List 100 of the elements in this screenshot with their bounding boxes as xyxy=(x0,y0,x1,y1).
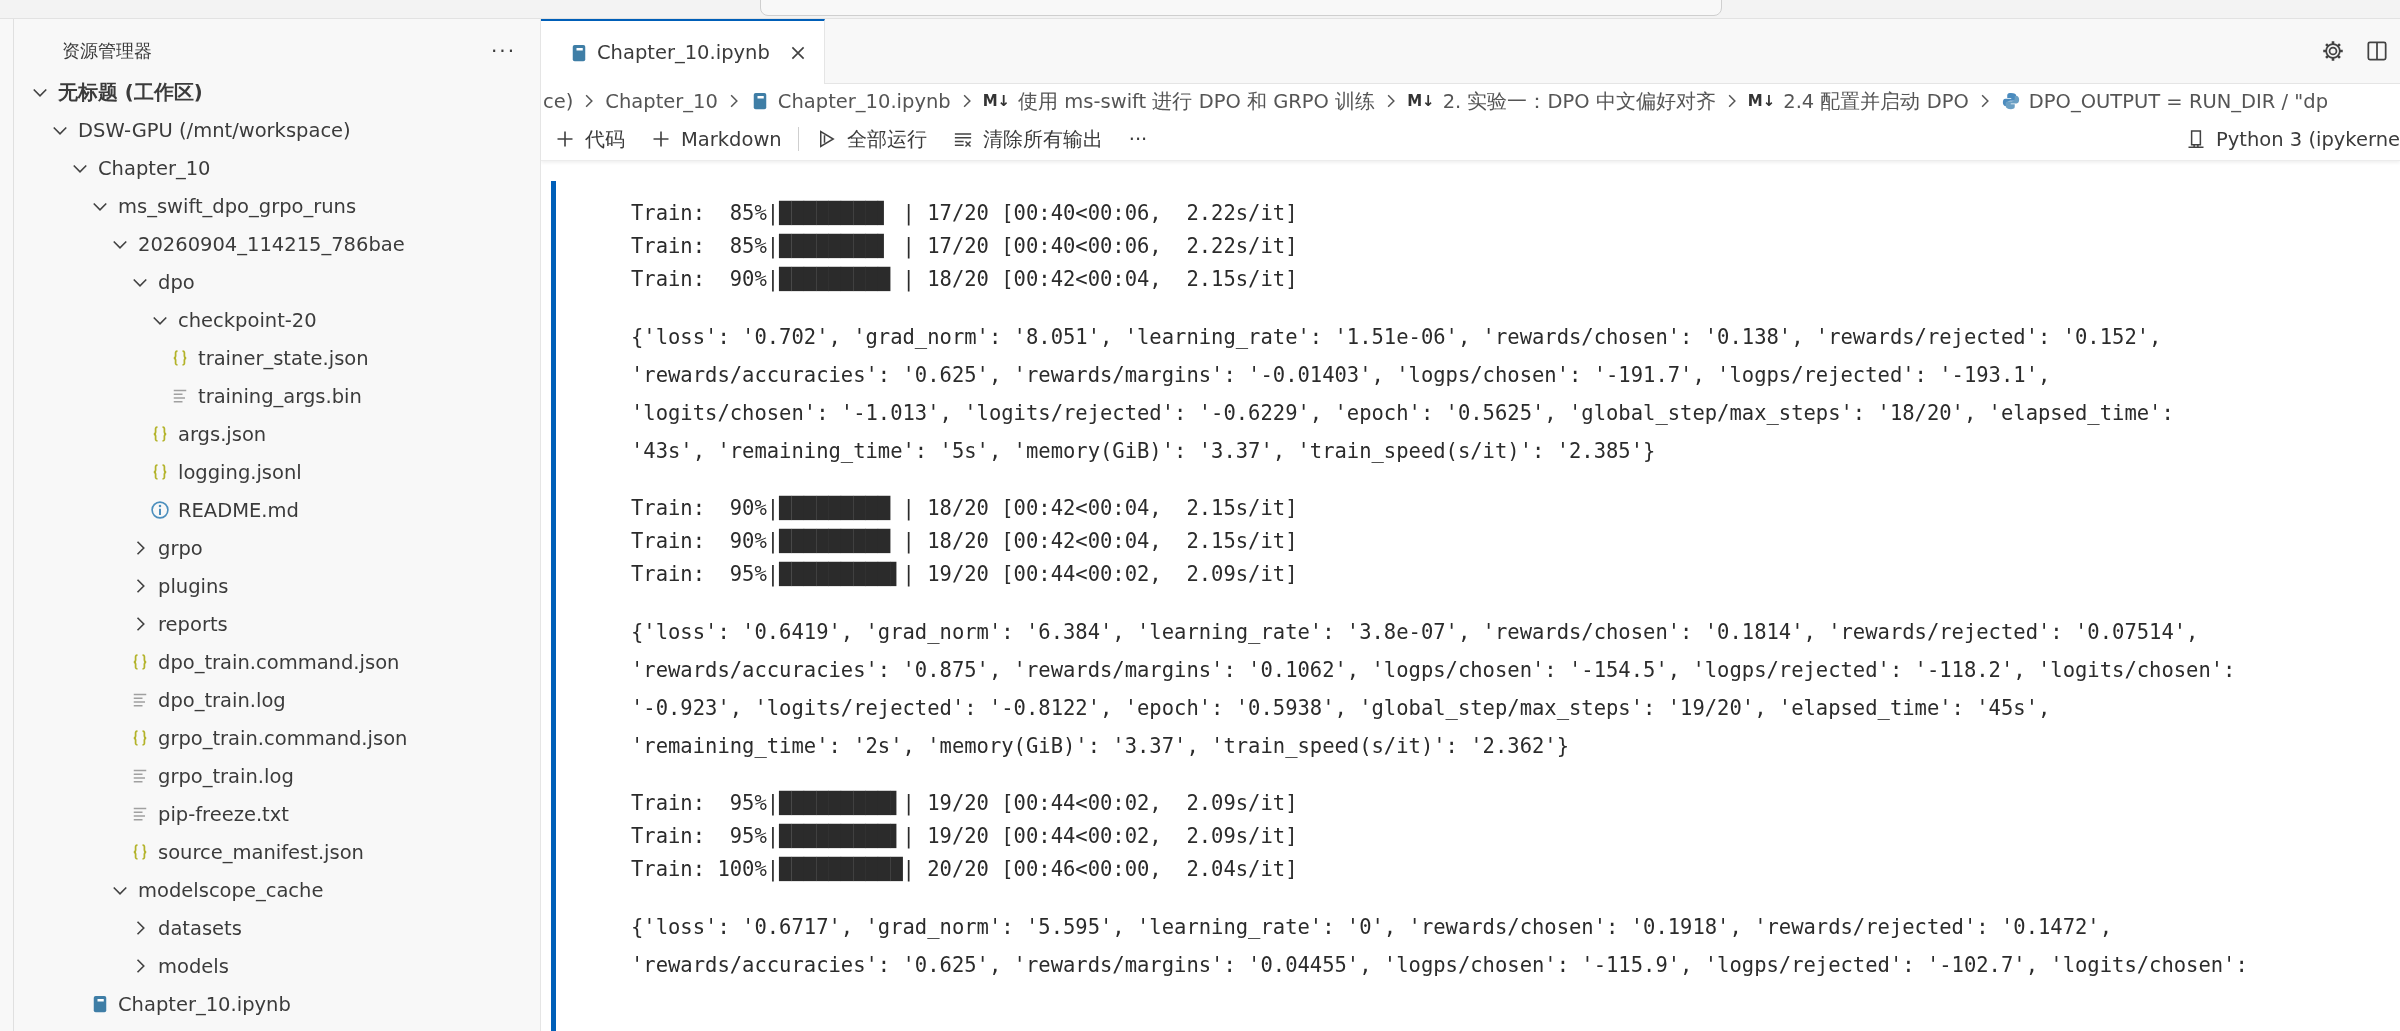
split-editor-icon[interactable] xyxy=(2364,38,2390,64)
breadcrumb-item[interactable]: M↓ 2.4 配置并启动 DPO xyxy=(1747,87,1969,115)
tree-label: training_args.bin xyxy=(198,384,362,408)
tree-label: plugins xyxy=(158,574,229,598)
tree-item[interactable]: plugins xyxy=(14,567,540,605)
tree-label: grpo xyxy=(158,536,203,560)
progress-output-line: Train: 95%|█████████▌| 19/20 [00:44<00:02, 2.09s/it] xyxy=(631,560,1299,589)
metrics-output-line: '-0.923', 'logits/rejected': '-0.8122', 'epoch': '0.5938', 'global_step/max_steps': '19/20', 'elapsed_time': '45s', xyxy=(631,695,2052,722)
tree-label: grpo_train.command.json xyxy=(158,726,408,750)
tree-item[interactable]: dpo_train.log xyxy=(14,681,540,719)
tree-label: dpo_train.command.json xyxy=(158,650,400,674)
tree-item[interactable]: 无标题 (工作区) xyxy=(14,73,540,111)
tree-item[interactable]: args.json xyxy=(14,415,540,453)
tree-item[interactable]: training_args.bin xyxy=(14,377,540,415)
chevron-icon xyxy=(1980,94,1989,108)
tree-item[interactable]: reports xyxy=(14,605,540,643)
progress-output-line: Train: 95%|█████████▌| 19/20 [00:44<00:02, 2.09s/it] xyxy=(631,789,1299,818)
progress-output-line: Train: 90%|█████████ | 18/20 [00:42<00:04, 2.15s/it] xyxy=(631,527,1299,556)
tab-label: Chapter_10.ipynb xyxy=(597,41,770,64)
toolbar-button[interactable]: 代码 xyxy=(541,121,637,157)
tree-item[interactable]: logging.jsonl xyxy=(14,453,540,491)
tree-label: datasets xyxy=(158,916,242,940)
tree-item[interactable]: dpo xyxy=(14,263,540,301)
breadcrumb-item[interactable]: Chapter_10.ipynb xyxy=(749,89,951,113)
tree-label: pip-freeze.txt xyxy=(158,802,289,826)
tree-item[interactable]: source_manifest.json xyxy=(14,833,540,871)
tree-label: DSW-GPU (/mnt/workspace) xyxy=(78,118,351,142)
tree-item[interactable]: DSW-GPU (/mnt/workspace) xyxy=(14,111,540,149)
tree-item[interactable]: modelscope_cache xyxy=(14,871,540,909)
tree-label: Chapter_10.ipynb xyxy=(118,992,291,1016)
tree-item[interactable]: grpo_train.command.json xyxy=(14,719,540,757)
tree-item[interactable]: grpo_train.log xyxy=(14,757,540,795)
tree-label: ms_swift_dpo_grpo_runs xyxy=(118,194,357,218)
chevron-icon xyxy=(585,94,594,108)
toolbar-button[interactable]: 全部运行 xyxy=(802,121,939,157)
breadcrumb-item[interactable]: DPO_OUTPUT = RUN_DIR / "dp xyxy=(2000,89,2329,113)
metrics-output-line: 'rewards/accuracies': '0.625', 'rewards/margins': '0.04455', 'logps/chosen': '-115.9', 'logps/rejected': '-102.7', 'logits/chosen': xyxy=(631,952,2249,979)
tree-item[interactable]: Chapter_10 xyxy=(14,149,540,187)
markdown-icon: M↓ xyxy=(1407,92,1435,110)
tree-label: grpo_train.log xyxy=(158,764,294,788)
progress-output-line: Train: 85%|████████▌ | 17/20 [00:40<00:06, 2.22s/it] xyxy=(631,232,1299,261)
metrics-output-line: 'logits/chosen': '-1.013', 'logits/rejected': '-0.6229', 'epoch': '0.5625', 'global_step/max_steps': '18/20', 'elapsed_time': xyxy=(631,400,2175,427)
toolbar-button[interactable]: Markdown xyxy=(637,123,794,155)
toolbar-button[interactable]: 清除所有输出 xyxy=(938,121,1115,157)
breadcrumb-item[interactable]: Chapter_10 xyxy=(605,89,718,113)
settings-icon[interactable] xyxy=(2320,38,2346,64)
editor-tab[interactable]: Chapter_10.ipynb xyxy=(541,19,825,84)
chevron-icon xyxy=(1727,94,1736,108)
tree-item[interactable]: dpo_train.command.json xyxy=(14,643,540,681)
tree-item[interactable]: models xyxy=(14,947,540,985)
tree-label: dpo xyxy=(158,270,195,294)
progress-output-line: Train: 95%|█████████▌| 19/20 [00:44<00:02, 2.09s/it] xyxy=(631,822,1299,851)
tree-label: reports xyxy=(158,612,228,636)
progress-output-line: Train: 85%|████████▌ | 17/20 [00:40<00:06, 2.22s/it] xyxy=(631,199,1299,228)
tree-item[interactable]: Chapter_10.ipynb xyxy=(14,985,540,1023)
breadcrumb-item[interactable]: M↓ 使用 ms-swift 进行 DPO 和 GRPO 训练 xyxy=(982,87,1376,115)
tree-label: models xyxy=(158,954,229,978)
tree-label: checkpoint-20 xyxy=(178,308,317,332)
markdown-icon: M↓ xyxy=(982,92,1011,110)
tree-item[interactable]: README.md xyxy=(14,491,540,529)
tree-label: trainer_state.json xyxy=(198,346,369,370)
tree-label: dpo_train.log xyxy=(158,688,286,712)
tree-label: Chapter_10 xyxy=(98,156,211,180)
tree-label: 20260904_114215_786bae xyxy=(138,232,405,256)
toolbar-button[interactable]: ··· xyxy=(1114,123,1160,155)
progress-output-line: Train: 90%|█████████ | 18/20 [00:42<00:04, 2.15s/it] xyxy=(631,494,1299,523)
metrics-output-line: {'loss': '0.6419', 'grad_norm': '6.384', 'learning_rate': '3.8e-07', 'rewards/chosen': '0.1814', 'rewards/rejected': '0.07514', xyxy=(631,619,2200,646)
progress-output-line: Train: 90%|█████████ | 18/20 [00:42<00:04, 2.15s/it] xyxy=(631,265,1299,294)
metrics-output-line: {'loss': '0.6717', 'grad_norm': '5.595', 'learning_rate': '0', 'rewards/chosen': '0.1918', 'rewards/rejected': '0.1472', xyxy=(631,914,2114,941)
tree-item[interactable]: datasets xyxy=(14,909,540,947)
chevron-icon xyxy=(962,94,971,108)
python-icon xyxy=(2000,91,2021,111)
info-icon xyxy=(150,500,170,520)
chevron-icon xyxy=(729,94,738,108)
metrics-output-line: 'rewards/accuracies': '0.625', 'rewards/margins': '-0.01403', 'logps/chosen': '-191.7', 'logps/rejected': '-193.1', xyxy=(631,362,2052,389)
kernel-picker[interactable]: Python 3 (ipykerne xyxy=(2186,123,2400,155)
chevron-icon xyxy=(1387,94,1396,108)
kernel-icon xyxy=(2186,129,2207,149)
metrics-output-line: 'rewards/accuracies': '0.875', 'rewards/margins': '0.1062', 'logps/chosen': '-154.5', 'logps/rejected': '-118.2', 'logits/chosen': xyxy=(631,657,2237,684)
tree-item[interactable]: trainer_state.json xyxy=(14,339,540,377)
tree-item[interactable]: 20260904_114215_786bae xyxy=(14,225,540,263)
explorer-title: 资源管理器 xyxy=(62,39,152,63)
metrics-output-line: '43s', 'remaining_time': '5s', 'memory(GiB)': '3.37', 'train_speed(s/it)': '2.385'} xyxy=(631,438,1657,465)
tree-label: modelscope_cache xyxy=(138,878,324,902)
tree-label: args.json xyxy=(178,422,267,446)
tree-label: 无标题 (工作区) xyxy=(58,79,203,106)
metrics-output-line: {'loss': '0.702', 'grad_norm': '8.051', 'learning_rate': '1.51e-06', 'rewards/chosen': '0.138', 'rewards/rejected': '0.152', xyxy=(631,324,2163,351)
tree-item[interactable]: pip-freeze.txt xyxy=(14,795,540,833)
plus-icon xyxy=(651,129,671,149)
more-actions-button[interactable]: ··· xyxy=(490,39,516,63)
tree-item[interactable]: checkpoint-20 xyxy=(14,301,540,339)
breadcrumb-item[interactable]: M↓ 2. 实验一：DPO 中文偏好对齐 xyxy=(1407,87,1716,115)
breadcrumb-item[interactable]: ce) xyxy=(543,89,574,113)
tree-item[interactable]: ms_swift_dpo_grpo_runs xyxy=(14,187,540,225)
tree-label: README.md xyxy=(178,498,299,522)
tree-item[interactable]: grpo xyxy=(14,529,540,567)
plus-icon xyxy=(555,129,575,149)
progress-output-line: Train: 100%|██████████| 20/20 [00:46<00:00, 2.04s/it] xyxy=(631,855,1299,884)
metrics-output-line: 'remaining_time': '2s', 'memory(GiB)': '3.37', 'train_speed(s/it)': '2.362'} xyxy=(631,733,1570,760)
tree-label: logging.jsonl xyxy=(178,460,302,484)
